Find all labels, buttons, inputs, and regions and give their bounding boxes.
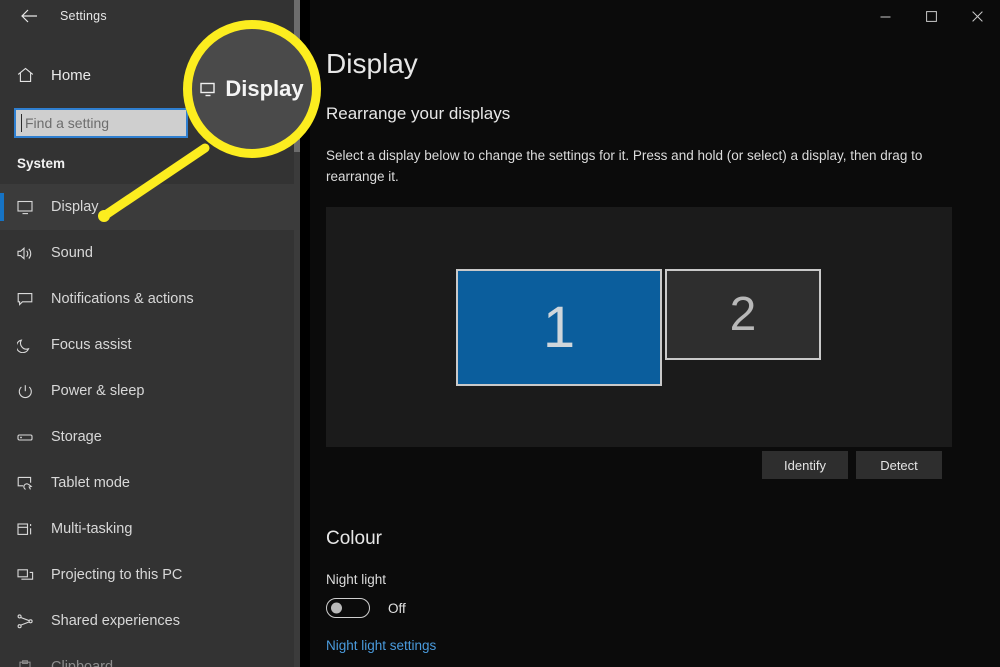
detect-button[interactable]: Detect <box>856 451 942 479</box>
settings-window: Settings Home System Display Sound Notific… <box>0 0 1000 667</box>
notification-icon <box>17 289 43 309</box>
sidebar-item-label: Display <box>51 199 99 215</box>
night-light-toggle-row: Off <box>326 598 406 618</box>
share-icon <box>17 611 43 631</box>
power-icon <box>17 381 43 401</box>
sidebar-item-focus-assist[interactable]: Focus assist <box>0 322 300 368</box>
sidebar-item-storage[interactable]: Storage <box>0 414 300 460</box>
sidebar-item-label: Tablet mode <box>51 475 130 491</box>
sidebar-item-display[interactable]: Display <box>0 184 300 230</box>
back-arrow-icon[interactable] <box>14 4 44 28</box>
sidebar-item-clipboard[interactable]: Clipboard <box>0 644 300 667</box>
sidebar-item-label: Notifications & actions <box>51 291 194 307</box>
minimize-icon[interactable] <box>862 0 908 32</box>
monitor-icon <box>17 197 43 217</box>
sidebar-item-shared-experiences[interactable]: Shared experiences <box>0 598 300 644</box>
sidebar-scrollbar-track[interactable] <box>294 0 300 667</box>
project-icon <box>17 565 43 585</box>
sidebar-item-multi-tasking[interactable]: Multi-tasking <box>0 506 300 552</box>
sidebar-item-label: Clipboard <box>51 659 114 667</box>
toggle-knob <box>331 602 342 614</box>
title-bar: Settings <box>0 0 300 32</box>
tablet-icon <box>17 473 43 493</box>
colour-heading: Colour <box>326 528 382 549</box>
multitask-icon <box>17 519 43 539</box>
close-icon[interactable] <box>954 0 1000 32</box>
monitor-2[interactable]: 2 <box>665 269 821 360</box>
home-icon <box>17 67 43 83</box>
sidebar-item-label: Multi-tasking <box>51 521 133 537</box>
search-input[interactable] <box>14 108 188 138</box>
night-light-toggle[interactable] <box>326 598 370 618</box>
sidebar-item-label: Projecting to this PC <box>51 567 183 583</box>
maximize-icon[interactable] <box>908 0 954 32</box>
sidebar-item-label: Power & sleep <box>51 383 145 399</box>
identify-button[interactable]: Identify <box>762 451 848 479</box>
clipboard-icon <box>17 657 43 667</box>
monitor-1-number: 1 <box>542 295 576 360</box>
sidebar-item-tablet-mode[interactable]: Tablet mode <box>0 460 300 506</box>
rearrange-description: Select a display below to change the set… <box>326 148 923 184</box>
search-box[interactable] <box>14 108 188 138</box>
sidebar-item-notifications-actions[interactable]: Notifications & actions <box>0 276 300 322</box>
sidebar-item-home[interactable]: Home <box>0 55 300 95</box>
sidebar-home-label: Home <box>51 66 92 84</box>
sidebar: Settings Home System Display Sound Notific… <box>0 0 300 667</box>
main-content: Display Rearrange your displays Select a… <box>310 0 1000 667</box>
text-caret <box>21 114 22 132</box>
page-title: Display <box>326 48 418 79</box>
monitor-2-number: 2 <box>729 288 757 341</box>
drive-icon <box>17 427 43 447</box>
night-light-label: Night light <box>326 572 387 587</box>
display-preview-area[interactable]: 1 2 <box>326 207 952 447</box>
night-light-state: Off <box>388 600 406 616</box>
sidebar-item-label: Sound <box>51 245 93 261</box>
sidebar-scrollbar-thumb[interactable] <box>294 0 300 152</box>
sidebar-item-label: Focus assist <box>51 337 132 353</box>
speaker-icon <box>17 243 43 263</box>
window-title: Settings <box>60 9 107 23</box>
sidebar-nav-list: Display Sound Notifications & actions Focus… <box>0 184 300 667</box>
moon-icon <box>17 335 43 355</box>
sidebar-item-power-sleep[interactable]: Power & sleep <box>0 368 300 414</box>
monitor-1[interactable]: 1 <box>456 269 662 386</box>
sidebar-item-label: Storage <box>51 429 102 445</box>
sidebar-item-sound[interactable]: Sound <box>0 230 300 276</box>
night-light-settings-link[interactable]: Night light settings <box>326 638 436 653</box>
sidebar-item-projecting-to-this-pc[interactable]: Projecting to this PC <box>0 552 300 598</box>
window-controls <box>862 0 1000 32</box>
sidebar-item-label: Shared experiences <box>51 613 180 629</box>
rearrange-heading: Rearrange your displays <box>326 104 511 123</box>
sidebar-group-label: System <box>17 156 66 171</box>
